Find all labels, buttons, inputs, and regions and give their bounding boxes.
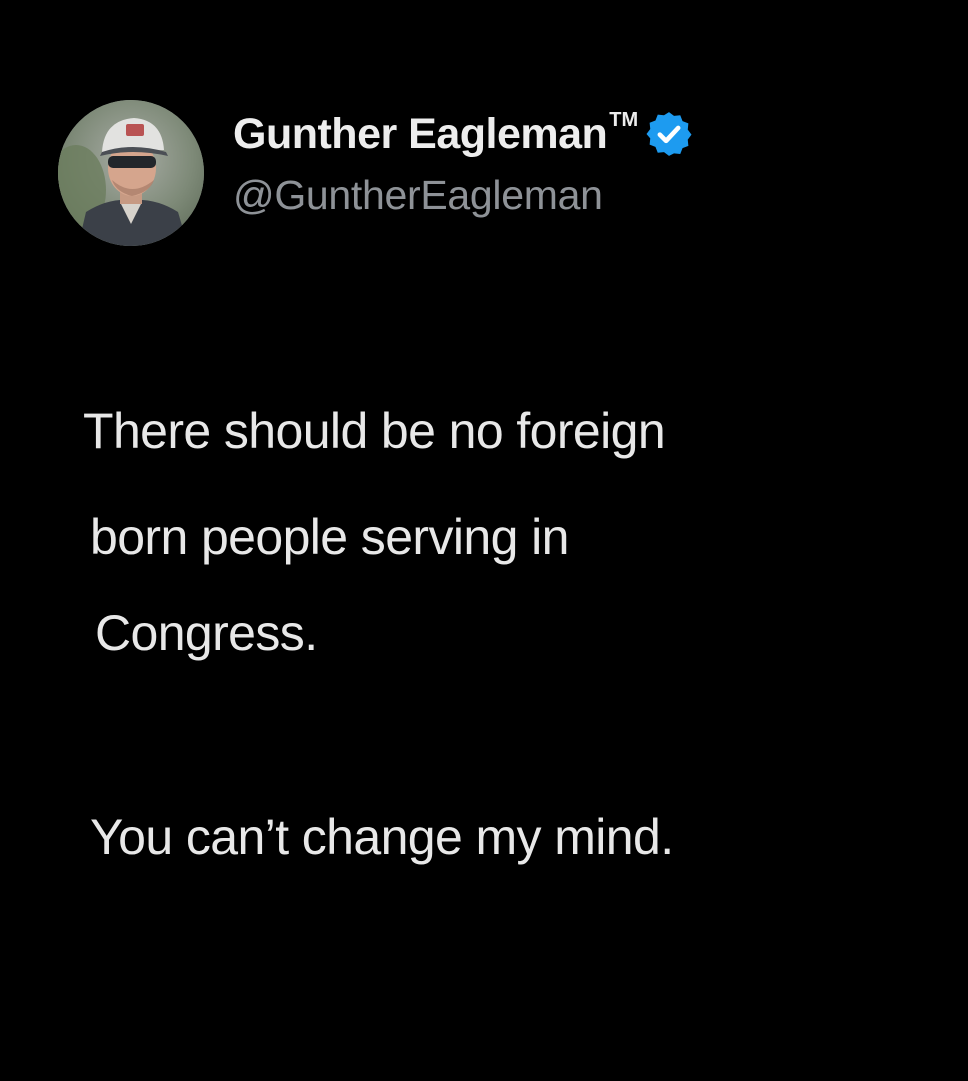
- verified-checkmark-icon[interactable]: [644, 109, 694, 159]
- author-display-name[interactable]: Gunther Eagleman: [233, 110, 608, 159]
- avatar[interactable]: [58, 100, 204, 246]
- tweet-text-line: Congress.: [95, 605, 318, 661]
- tweet-text-line: You can’t change my mind.: [90, 809, 674, 865]
- author-handle[interactable]: @GuntherEagleman: [233, 172, 694, 219]
- avatar-photo: [58, 100, 204, 246]
- trademark-mark: TM: [609, 108, 639, 131]
- author-info: Gunther Eagleman TM @GuntherEagleman: [233, 106, 694, 219]
- tweet-text-line: born people serving in: [90, 509, 569, 565]
- author-name-row: Gunther Eagleman TM: [233, 106, 694, 162]
- tweet-text-line: There should be no foreign: [83, 403, 666, 459]
- tweet-card: Gunther Eagleman TM @GuntherEagleman The…: [0, 0, 968, 1081]
